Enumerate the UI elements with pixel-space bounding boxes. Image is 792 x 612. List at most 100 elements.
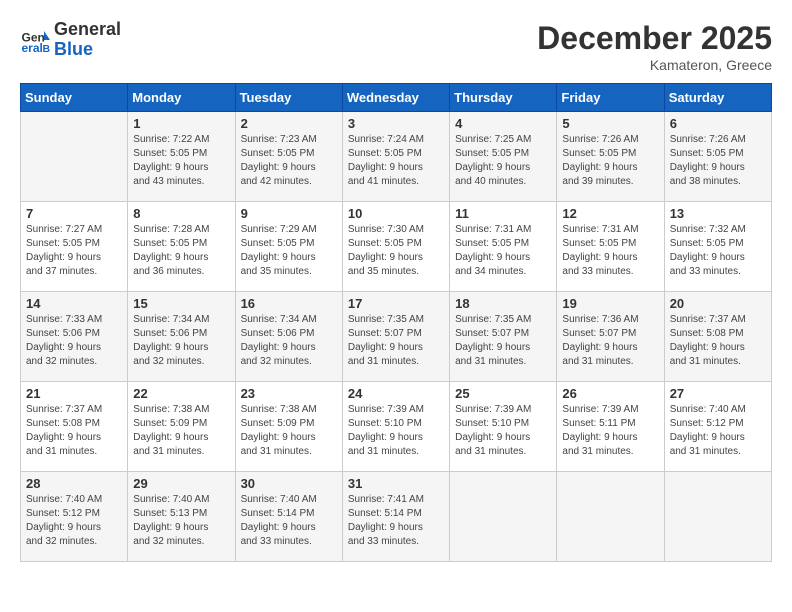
- weekday-header-monday: Monday: [128, 84, 235, 112]
- day-number: 1: [133, 116, 229, 131]
- day-info: Sunrise: 7:36 AM Sunset: 5:07 PM Dayligh…: [562, 313, 658, 369]
- svg-text:eral: eral: [22, 41, 43, 55]
- calendar-cell: 14Sunrise: 7:33 AM Sunset: 5:06 PM Dayli…: [21, 292, 128, 382]
- calendar-cell: 13 Sunrise: 7:32 AM Sunset: 5:05 PM Dayli…: [664, 202, 771, 292]
- day-info: Sunrise: 7:24 AM Sunset: 5:05 PM Dayligh…: [348, 133, 444, 189]
- day-number: 6: [670, 116, 766, 131]
- day-info: Sunrise: 7:34 AM Sunset: 5:06 PM Dayligh…: [133, 313, 229, 369]
- calendar-cell: 29 Sunrise: 7:40 AM Sunset: 5:13 PM Dayli…: [128, 472, 235, 562]
- calendar-cell: 28 Sunrise: 7:40 AM Sunset: 5:12 PM Dayli…: [21, 472, 128, 562]
- calendar-cell: 25 Sunrise: 7:39 AM Sunset: 5:10 PM Dayli…: [450, 382, 557, 472]
- location-subtitle: Kamateron, Greece: [537, 57, 772, 73]
- day-info: Sunrise: 7:32 AM Sunset: 5:05 PM Dayligh…: [670, 223, 766, 279]
- weekday-header-thursday: Thursday: [450, 84, 557, 112]
- day-info: Sunrise: 7:31 AM Sunset: 5:05 PM Dayligh…: [455, 223, 551, 279]
- day-number: 27: [670, 386, 766, 401]
- calendar-cell: 16 Sunrise: 7:34 AM Sunset: 5:06 PM Dayli…: [235, 292, 342, 382]
- calendar-cell: 20Sunrise: 7:37 AM Sunset: 5:08 PM Dayli…: [664, 292, 771, 382]
- day-info: Sunrise: 7:39 AM Sunset: 5:10 PM Dayligh…: [348, 403, 444, 459]
- calendar-cell: [21, 112, 128, 202]
- day-info: Sunrise: 7:35 AM Sunset: 5:07 PM Dayligh…: [455, 313, 551, 369]
- day-info: Sunrise: 7:40 AM Sunset: 5:12 PM Dayligh…: [26, 493, 122, 549]
- calendar-cell: 21 Sunrise: 7:37 AM Sunset: 5:08 PM Dayli…: [21, 382, 128, 472]
- day-info: Sunrise: 7:35 AM Sunset: 5:07 PM Dayligh…: [348, 313, 444, 369]
- logo: Gen eral B General Blue: [20, 20, 121, 60]
- day-number: 3: [348, 116, 444, 131]
- calendar-cell: 8 Sunrise: 7:28 AM Sunset: 5:05 PM Daylig…: [128, 202, 235, 292]
- calendar-cell: 5Sunrise: 7:26 AM Sunset: 5:05 PM Daylig…: [557, 112, 664, 202]
- day-info: Sunrise: 7:23 AM Sunset: 5:05 PM Dayligh…: [241, 133, 337, 189]
- day-number: 8: [133, 206, 229, 221]
- day-info: Sunrise: 7:30 AM Sunset: 5:05 PM Dayligh…: [348, 223, 444, 279]
- weekday-header-sunday: Sunday: [21, 84, 128, 112]
- week-row-5: 28 Sunrise: 7:40 AM Sunset: 5:12 PM Dayli…: [21, 472, 772, 562]
- day-number: 23: [241, 386, 337, 401]
- day-info: Sunrise: 7:39 AM Sunset: 5:10 PM Dayligh…: [455, 403, 551, 459]
- day-info: Sunrise: 7:40 AM Sunset: 5:13 PM Dayligh…: [133, 493, 229, 549]
- week-row-4: 21 Sunrise: 7:37 AM Sunset: 5:08 PM Dayli…: [21, 382, 772, 472]
- calendar-cell: 24 Sunrise: 7:39 AM Sunset: 5:10 PM Dayli…: [342, 382, 449, 472]
- day-number: 13: [670, 206, 766, 221]
- day-info: Sunrise: 7:26 AM Sunset: 5:05 PM Dayligh…: [670, 133, 766, 189]
- weekday-header-tuesday: Tuesday: [235, 84, 342, 112]
- day-number: 7: [26, 206, 122, 221]
- calendar-cell: [664, 472, 771, 562]
- calendar-cell: [450, 472, 557, 562]
- calendar-cell: 10 Sunrise: 7:30 AM Sunset: 5:05 PM Dayli…: [342, 202, 449, 292]
- day-number: 4: [455, 116, 551, 131]
- day-number: 12: [562, 206, 658, 221]
- calendar-cell: 11 Sunrise: 7:31 AM Sunset: 5:05 PM Dayli…: [450, 202, 557, 292]
- day-info: Sunrise: 7:28 AM Sunset: 5:05 PM Dayligh…: [133, 223, 229, 279]
- calendar-cell: 23Sunrise: 7:38 AM Sunset: 5:09 PM Dayli…: [235, 382, 342, 472]
- day-info: Sunrise: 7:37 AM Sunset: 5:08 PM Dayligh…: [26, 403, 122, 459]
- calendar-table: SundayMondayTuesdayWednesdayThursdayFrid…: [20, 83, 772, 562]
- day-number: 22: [133, 386, 229, 401]
- title-area: December 2025 Kamateron, Greece: [537, 20, 772, 73]
- day-number: 10: [348, 206, 444, 221]
- logo-icon: Gen eral B: [20, 25, 50, 55]
- weekday-header-friday: Friday: [557, 84, 664, 112]
- day-number: 14: [26, 296, 122, 311]
- day-number: 11: [455, 206, 551, 221]
- day-info: Sunrise: 7:40 AM Sunset: 5:12 PM Dayligh…: [670, 403, 766, 459]
- calendar-cell: 9 Sunrise: 7:29 AM Sunset: 5:05 PM Daylig…: [235, 202, 342, 292]
- day-number: 31: [348, 476, 444, 491]
- day-info: Sunrise: 7:40 AM Sunset: 5:14 PM Dayligh…: [241, 493, 337, 549]
- day-number: 28: [26, 476, 122, 491]
- weekday-header-row: SundayMondayTuesdayWednesdayThursdayFrid…: [21, 84, 772, 112]
- calendar-cell: 2Sunrise: 7:23 AM Sunset: 5:05 PM Daylig…: [235, 112, 342, 202]
- day-number: 9: [241, 206, 337, 221]
- day-number: 29: [133, 476, 229, 491]
- day-info: Sunrise: 7:27 AM Sunset: 5:05 PM Dayligh…: [26, 223, 122, 279]
- day-number: 16: [241, 296, 337, 311]
- calendar-cell: 1Sunrise: 7:22 AM Sunset: 5:05 PM Daylig…: [128, 112, 235, 202]
- day-number: 17: [348, 296, 444, 311]
- calendar-cell: 7 Sunrise: 7:27 AM Sunset: 5:05 PM Daylig…: [21, 202, 128, 292]
- calendar-cell: 27 Sunrise: 7:40 AM Sunset: 5:12 PM Dayli…: [664, 382, 771, 472]
- calendar-cell: [557, 472, 664, 562]
- month-title: December 2025: [537, 20, 772, 57]
- day-number: 30: [241, 476, 337, 491]
- logo-text: General Blue: [54, 20, 121, 60]
- svg-text:B: B: [43, 43, 51, 55]
- week-row-1: 1Sunrise: 7:22 AM Sunset: 5:05 PM Daylig…: [21, 112, 772, 202]
- week-row-2: 7 Sunrise: 7:27 AM Sunset: 5:05 PM Daylig…: [21, 202, 772, 292]
- weekday-header-wednesday: Wednesday: [342, 84, 449, 112]
- day-number: 21: [26, 386, 122, 401]
- calendar-cell: 19Sunrise: 7:36 AM Sunset: 5:07 PM Dayli…: [557, 292, 664, 382]
- calendar-cell: 15 Sunrise: 7:34 AM Sunset: 5:06 PM Dayli…: [128, 292, 235, 382]
- day-number: 26: [562, 386, 658, 401]
- day-info: Sunrise: 7:39 AM Sunset: 5:11 PM Dayligh…: [562, 403, 658, 459]
- calendar-cell: 31Sunrise: 7:41 AM Sunset: 5:14 PM Dayli…: [342, 472, 449, 562]
- day-info: Sunrise: 7:38 AM Sunset: 5:09 PM Dayligh…: [133, 403, 229, 459]
- day-number: 24: [348, 386, 444, 401]
- calendar-cell: 3 Sunrise: 7:24 AM Sunset: 5:05 PM Daylig…: [342, 112, 449, 202]
- day-info: Sunrise: 7:25 AM Sunset: 5:05 PM Dayligh…: [455, 133, 551, 189]
- calendar-cell: 17 Sunrise: 7:35 AM Sunset: 5:07 PM Dayli…: [342, 292, 449, 382]
- calendar-cell: 6 Sunrise: 7:26 AM Sunset: 5:05 PM Daylig…: [664, 112, 771, 202]
- day-number: 25: [455, 386, 551, 401]
- day-info: Sunrise: 7:34 AM Sunset: 5:06 PM Dayligh…: [241, 313, 337, 369]
- day-number: 15: [133, 296, 229, 311]
- day-info: Sunrise: 7:29 AM Sunset: 5:05 PM Dayligh…: [241, 223, 337, 279]
- day-number: 20: [670, 296, 766, 311]
